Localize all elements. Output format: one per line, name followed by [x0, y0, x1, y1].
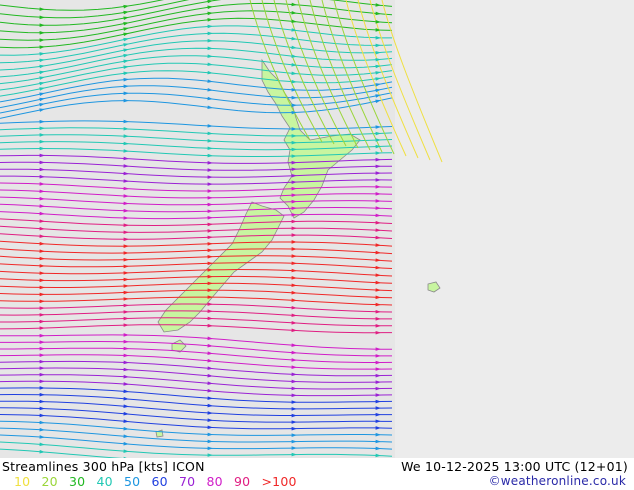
legend-item: 20	[41, 474, 58, 489]
legend-item: 30	[69, 474, 86, 489]
valid-datetime: We 10-12-2025 13:00 UTC (12+01)	[401, 459, 628, 474]
footer-bar: Streamlines 300 hPa [kts] ICON We 10-12-…	[0, 458, 634, 490]
legend-item: 90	[234, 474, 251, 489]
legend-item: 40	[96, 474, 113, 489]
legend-item: 80	[206, 474, 223, 489]
credit-link[interactable]: ©weatheronline.co.uk	[489, 474, 626, 488]
map-title: Streamlines 300 hPa [kts] ICON	[2, 459, 205, 474]
legend-item: 50	[124, 474, 141, 489]
streamline-map	[0, 0, 634, 458]
legend-item: 60	[151, 474, 168, 489]
legend-item: 70	[179, 474, 196, 489]
speed-legend: 10 20 30 40 50 60 70 80 90 >100	[14, 474, 304, 489]
legend-item: >100	[261, 474, 297, 489]
legend-item: 10	[14, 474, 31, 489]
